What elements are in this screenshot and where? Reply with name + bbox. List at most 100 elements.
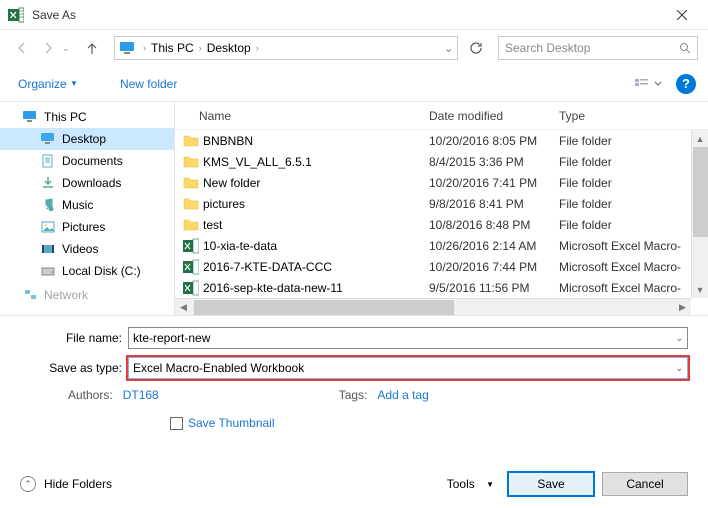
video-icon — [40, 241, 56, 257]
folder-icon — [183, 196, 199, 212]
picture-icon — [40, 219, 56, 235]
sidebar-item-localdisk[interactable]: Local Disk (C:) — [0, 260, 174, 282]
tags-label: Tags: — [339, 388, 368, 402]
excel-app-icon — [8, 7, 24, 23]
file-date: 10/20/2016 7:41 PM — [429, 176, 559, 190]
scroll-left-icon[interactable]: ◀ — [175, 302, 192, 313]
chevron-right-icon: › — [141, 43, 148, 53]
file-type: File folder — [559, 155, 708, 169]
file-list-header[interactable]: Name Date modified Type — [175, 102, 708, 130]
sidebar-item-network[interactable]: Network — [0, 284, 174, 306]
file-name: 10-xia-te-data — [203, 239, 429, 253]
scroll-thumb[interactable] — [693, 147, 708, 237]
filename-input[interactable]: kte-report-new ⌄ — [128, 327, 688, 349]
search-icon — [679, 42, 691, 54]
file-row[interactable]: pictures9/8/2016 8:41 PMFile folder — [175, 193, 708, 214]
file-row[interactable]: 2016-sep-kte-data-new-119/5/2016 11:56 P… — [175, 277, 708, 298]
sidebar-item-thispc[interactable]: This PC — [0, 106, 174, 128]
savetype-label: Save as type: — [20, 361, 128, 375]
save-thumbnail-label[interactable]: Save Thumbnail — [188, 416, 275, 430]
history-dropdown[interactable]: ⌄ — [62, 43, 74, 54]
save-button[interactable]: Save — [508, 472, 594, 496]
folder-icon — [183, 175, 199, 191]
col-date[interactable]: Date modified — [429, 109, 559, 123]
col-type[interactable]: Type — [559, 109, 708, 123]
network-icon — [22, 287, 38, 303]
file-name: BNBNBN — [203, 134, 429, 148]
hide-folders-icon[interactable]: ⌃ — [20, 476, 36, 492]
horizontal-scrollbar[interactable]: ◀ ▶ — [175, 298, 691, 315]
path-dropdown[interactable]: ⌄ — [439, 37, 457, 59]
hide-folders-button[interactable]: Hide Folders — [44, 477, 112, 491]
file-date: 8/4/2015 3:36 PM — [429, 155, 559, 169]
download-icon — [40, 175, 56, 191]
authors-value[interactable]: DT168 — [123, 388, 159, 402]
sidebar-item-documents[interactable]: Documents — [0, 150, 174, 172]
scroll-down-icon[interactable]: ▼ — [692, 281, 708, 298]
file-name: test — [203, 218, 429, 232]
file-row[interactable]: New folder10/20/2016 7:41 PMFile folder — [175, 172, 708, 193]
excel-file-icon — [183, 280, 199, 296]
dialog-title: Save As — [32, 8, 659, 22]
breadcrumb-seg-thispc[interactable]: This PC — [148, 37, 197, 59]
file-row[interactable]: test10/8/2016 8:48 PMFile folder — [175, 214, 708, 235]
search-input[interactable]: Search Desktop — [498, 36, 698, 60]
close-button[interactable] — [659, 1, 704, 29]
back-button[interactable] — [10, 36, 34, 60]
chevron-down-icon[interactable]: ⌄ — [675, 333, 683, 344]
cancel-button[interactable]: Cancel — [602, 472, 688, 496]
search-placeholder: Search Desktop — [505, 41, 679, 55]
file-type: Microsoft Excel Macro- — [559, 281, 708, 295]
breadcrumb-seg-desktop[interactable]: Desktop — [204, 37, 254, 59]
vertical-scrollbar[interactable]: ▲ ▼ — [691, 130, 708, 298]
breadcrumb[interactable]: › This PC › Desktop › ⌄ — [114, 36, 458, 60]
chevron-down-icon[interactable]: ⌄ — [675, 363, 683, 374]
sidebar-item-videos[interactable]: Videos — [0, 238, 174, 260]
newfolder-button[interactable]: New folder — [114, 73, 183, 95]
desktop-icon — [40, 131, 56, 147]
sidebar-item-desktop[interactable]: Desktop — [0, 128, 174, 150]
file-type: File folder — [559, 218, 708, 232]
tools-button[interactable]: Tools ▼ — [441, 473, 500, 495]
sidebar-item-music[interactable]: Music — [0, 194, 174, 216]
file-name: pictures — [203, 197, 429, 211]
file-date: 9/8/2016 8:41 PM — [429, 197, 559, 211]
refresh-button[interactable] — [464, 36, 488, 60]
file-row[interactable]: 2016-7-KTE-DATA-CCC10/20/2016 7:44 PMMic… — [175, 256, 708, 277]
file-row[interactable]: KMS_VL_ALL_6.5.18/4/2015 3:36 PMFile fol… — [175, 151, 708, 172]
col-name[interactable]: Name — [199, 109, 429, 123]
up-button[interactable] — [80, 36, 104, 60]
tags-value[interactable]: Add a tag — [377, 388, 428, 402]
scroll-right-icon[interactable]: ▶ — [674, 302, 691, 313]
file-date: 10/26/2016 2:14 AM — [429, 239, 559, 253]
file-row[interactable]: BNBNBN10/20/2016 8:05 PMFile folder — [175, 130, 708, 151]
file-date: 9/5/2016 11:56 PM — [429, 281, 559, 295]
sidebar-item-downloads[interactable]: Downloads — [0, 172, 174, 194]
file-type: Microsoft Excel Macro- — [559, 260, 708, 274]
excel-file-icon — [183, 238, 199, 254]
excel-file-icon — [183, 259, 199, 275]
folder-icon — [183, 154, 199, 170]
file-name: KMS_VL_ALL_6.5.1 — [203, 155, 429, 169]
file-type: File folder — [559, 197, 708, 211]
drive-icon — [40, 263, 56, 279]
help-button[interactable]: ? — [676, 74, 696, 94]
savetype-input[interactable]: Excel Macro-Enabled Workbook ⌄ — [128, 357, 688, 379]
save-thumbnail-checkbox[interactable] — [170, 417, 183, 430]
authors-label: Authors: — [68, 388, 113, 402]
chevron-right-icon: › — [254, 43, 261, 53]
organize-button[interactable]: Organize ▼ — [12, 73, 84, 95]
file-date: 10/20/2016 7:44 PM — [429, 260, 559, 274]
chevron-right-icon: › — [197, 43, 204, 53]
sidebar-item-pictures[interactable]: Pictures — [0, 216, 174, 238]
scroll-thumb-h[interactable] — [194, 300, 454, 315]
view-button[interactable] — [630, 73, 666, 95]
forward-button[interactable] — [36, 36, 60, 60]
folder-icon — [183, 133, 199, 149]
scroll-up-icon[interactable]: ▲ — [692, 130, 708, 147]
sidebar: This PC Desktop Documents Downloads Musi… — [0, 102, 175, 315]
monitor-icon — [119, 41, 137, 55]
file-name: 2016-7-KTE-DATA-CCC — [203, 260, 429, 274]
file-type: File folder — [559, 134, 708, 148]
file-row[interactable]: 10-xia-te-data10/26/2016 2:14 AMMicrosof… — [175, 235, 708, 256]
